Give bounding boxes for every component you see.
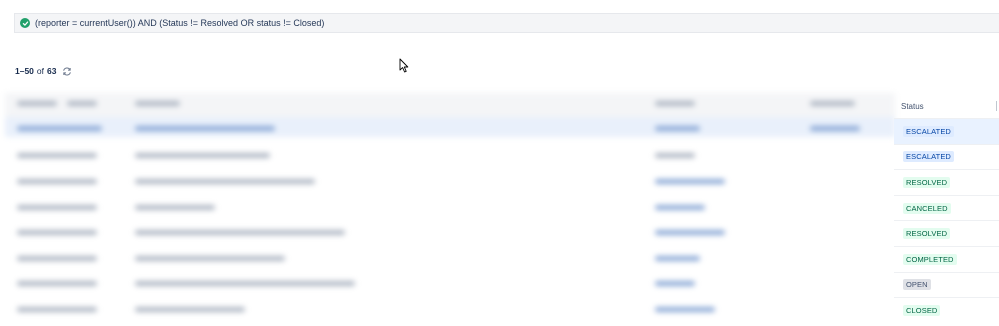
status-lozenge: ESCALATED bbox=[903, 125, 954, 137]
status-lozenge: ESCALATED bbox=[903, 151, 954, 163]
status-cell[interactable]: OPEN bbox=[894, 271, 999, 298]
issue-search-page: { "jql": { "query": "(reporter = current… bbox=[0, 0, 999, 326]
check-circle-icon bbox=[20, 18, 30, 28]
status-column: Status ESCALATED ESCALATED RESOLVED CANCELE… bbox=[894, 93, 999, 326]
status-lozenge: CLOSED bbox=[903, 304, 941, 316]
status-cell[interactable]: CLOSED bbox=[894, 297, 999, 323]
status-lozenge: RESOLVED bbox=[903, 228, 951, 240]
status-header-label: Status bbox=[901, 101, 924, 111]
jql-query-text[interactable]: (reporter = currentUser()) AND (Status !… bbox=[35, 18, 324, 28]
status-lozenge: RESOLVED bbox=[903, 176, 951, 188]
status-lozenge: COMPLETED bbox=[903, 253, 957, 265]
jql-query-bar[interactable]: (reporter = currentUser()) AND (Status !… bbox=[14, 13, 999, 33]
status-cell[interactable]: RESOLVED bbox=[894, 220, 999, 246]
status-lozenge: OPEN bbox=[903, 279, 931, 291]
status-lozenge: CANCELED bbox=[903, 202, 951, 214]
pagination-summary: 1–50 of 63 bbox=[15, 66, 72, 76]
status-cell[interactable]: RESOLVED bbox=[894, 169, 999, 195]
status-column-header[interactable]: Status bbox=[894, 93, 999, 119]
refresh-icon[interactable] bbox=[62, 67, 72, 76]
blurred-issue-table bbox=[5, 93, 895, 326]
status-cell[interactable]: ESCALATED bbox=[894, 118, 999, 144]
total-count: 63 bbox=[47, 66, 57, 76]
status-cell[interactable]: ESCALATED bbox=[894, 143, 999, 170]
status-cell[interactable]: COMPLETED bbox=[894, 246, 999, 272]
mouse-cursor-icon bbox=[399, 58, 409, 78]
of-label: of bbox=[36, 66, 45, 76]
page-range: 1–50 bbox=[15, 66, 34, 76]
status-cell[interactable]: CANCELED bbox=[894, 194, 999, 221]
